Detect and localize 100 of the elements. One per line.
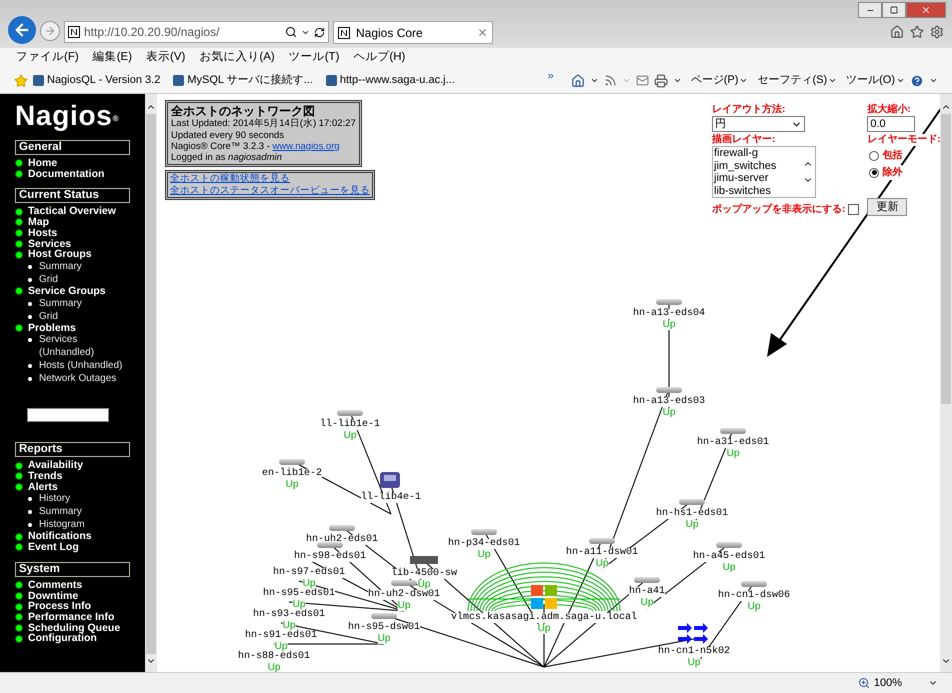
sidebar-subitem[interactable]: History bbox=[39, 492, 125, 506]
sidebar-item[interactable]: Tactical Overview bbox=[28, 206, 116, 218]
favorite-link[interactable]: MySQL サーバに接続す... bbox=[187, 72, 313, 89]
search-field[interactable] bbox=[27, 408, 109, 422]
sidebar-item[interactable]: Event Log bbox=[28, 542, 79, 553]
scroll-thumb[interactable] bbox=[146, 114, 156, 654]
favorite-link[interactable]: http--www.saga-u.ac.j... bbox=[340, 72, 455, 89]
host-label[interactable]: ll-lib4e-1 bbox=[361, 493, 421, 503]
sidebar-item[interactable]: Scheduling Queue bbox=[28, 622, 120, 634]
sidebar-item[interactable]: Process Info bbox=[28, 601, 92, 612]
sidebar-item[interactable]: Alerts bbox=[28, 482, 58, 492]
sidebar-item[interactable]: Home bbox=[28, 158, 58, 169]
sidebar-item[interactable]: Downtime bbox=[28, 590, 78, 602]
sidebar-subitem[interactable]: Services (Unhandled) bbox=[39, 333, 125, 360]
host-label[interactable]: hn-a31-eds01 bbox=[697, 438, 769, 448]
host-label[interactable]: en-lib1e-2 bbox=[262, 469, 322, 479]
settings-icon[interactable] bbox=[930, 25, 944, 39]
sidebar-subitem[interactable]: Network Outages bbox=[39, 372, 125, 386]
feed-icon[interactable] bbox=[604, 74, 617, 87]
more-chevron[interactable]: » bbox=[548, 68, 554, 85]
radio-button[interactable] bbox=[869, 168, 880, 178]
browser-tab[interactable]: Nagios Core bbox=[333, 21, 493, 44]
sidebar-item[interactable]: Availability bbox=[28, 460, 84, 472]
sidebar-item[interactable]: Notifications bbox=[28, 531, 92, 542]
command-menu-button[interactable]: ツール(O) bbox=[846, 72, 905, 89]
layer-listbox[interactable]: firewall-g jim_switches jimu-server lib-switches bbox=[712, 146, 816, 198]
back-button[interactable] bbox=[8, 16, 36, 44]
radio-button[interactable] bbox=[869, 150, 880, 160]
favorite-link[interactable]: NagiosQL - Version 3.2 bbox=[47, 72, 160, 89]
command-menu-button[interactable]: セーフティ(S) bbox=[757, 72, 838, 89]
refresh-icon[interactable] bbox=[314, 26, 325, 38]
status-link[interactable]: 全ホストのステータスオーバービューを見る bbox=[170, 185, 370, 197]
host-label[interactable]: hn-hs1-eds01 bbox=[656, 509, 728, 519]
sidebar-item[interactable]: Problems bbox=[28, 322, 76, 334]
sidebar-item[interactable]: Hosts bbox=[28, 228, 58, 239]
host-label[interactable]: hn-a13-eds04 bbox=[633, 309, 705, 319]
layout-select[interactable]: 円 bbox=[712, 116, 805, 132]
menu-item[interactable]: お気に入り(A) bbox=[199, 49, 275, 67]
nagios-logo[interactable]: Nagios$^{®}$ bbox=[15, 100, 130, 132]
zoom-icon[interactable] bbox=[858, 677, 870, 689]
sidebar-subitem[interactable]: Grid bbox=[39, 310, 125, 323]
close-tab-icon[interactable] bbox=[477, 27, 488, 38]
host-label[interactable]: hn-a41 bbox=[629, 587, 665, 597]
scroll-bar[interactable] bbox=[940, 94, 952, 672]
help-icon[interactable] bbox=[910, 74, 924, 88]
sidebar-subitem[interactable]: Summary bbox=[39, 505, 125, 518]
layer-option[interactable]: firewall-g bbox=[714, 147, 802, 160]
favorites-star-icon[interactable] bbox=[14, 74, 28, 88]
host-label[interactable]: hn-a13-eds03 bbox=[633, 397, 705, 407]
favorites-icon[interactable] bbox=[910, 25, 924, 39]
search-icon[interactable] bbox=[285, 26, 297, 38]
sidebar-item[interactable]: Documentation bbox=[28, 168, 104, 180]
command-menu-button[interactable]: ページ(P) bbox=[690, 72, 748, 89]
sidebar-subitem[interactable]: Grid bbox=[39, 272, 125, 286]
host-label[interactable]: hn-s98-eds01 bbox=[294, 552, 366, 562]
menu-item[interactable]: ファイル(F) bbox=[16, 49, 79, 67]
print-icon[interactable] bbox=[654, 74, 668, 88]
sidebar-subitem[interactable]: Histogram bbox=[39, 518, 125, 532]
zoom-level[interactable]: 100% bbox=[874, 674, 902, 692]
sidebar-item[interactable]: Performance Info bbox=[28, 612, 114, 623]
caret-icon[interactable] bbox=[929, 76, 938, 85]
sidebar-item[interactable]: Trends bbox=[28, 471, 62, 482]
scale-input[interactable]: 0.0 bbox=[867, 116, 916, 132]
menu-item[interactable]: 表示(V) bbox=[146, 49, 186, 67]
caret-icon[interactable] bbox=[672, 76, 682, 85]
host-label[interactable]: hn-cn1-n5k02 bbox=[658, 647, 730, 657]
host-label[interactable]: hn-a45-eds01 bbox=[693, 552, 765, 562]
host-label[interactable]: hn-s97-eds01 bbox=[273, 568, 345, 578]
host-label[interactable]: ll-lib1e-1 bbox=[320, 420, 380, 430]
home-icon[interactable] bbox=[570, 74, 585, 88]
host-label[interactable]: hn-uh2-eds01 bbox=[306, 535, 378, 545]
maximize-icon[interactable] bbox=[882, 2, 906, 18]
menu-item[interactable]: 編集(E) bbox=[92, 49, 132, 67]
update-button[interactable]: 更新 bbox=[867, 198, 908, 216]
layer-option[interactable]: lib-switches bbox=[714, 184, 802, 197]
sidebar-item[interactable]: Service Groups bbox=[28, 286, 106, 297]
home-icon[interactable] bbox=[890, 25, 904, 39]
host-label[interactable]: vlmcs.kasasagi.adm.saga-u.local bbox=[450, 613, 638, 623]
menu-item[interactable]: ツール(T) bbox=[288, 49, 340, 67]
hide-popups-checkbox[interactable] bbox=[848, 204, 860, 215]
layer-option[interactable]: jim_switches bbox=[714, 160, 802, 172]
status-link[interactable]: 全ホストの稼動状態を見る bbox=[170, 173, 290, 185]
sidebar-subitem[interactable]: Summary bbox=[39, 296, 125, 310]
nagios-site-link[interactable]: www.nagios.org bbox=[272, 141, 340, 152]
sidebar-item[interactable]: Host Groups bbox=[28, 249, 92, 260]
sidebar-item[interactable]: Services bbox=[28, 238, 72, 250]
mail-icon[interactable] bbox=[636, 74, 649, 87]
address-bar[interactable]: http://10.20.20.90/nagios/ bbox=[64, 21, 329, 43]
host-label[interactable]: hn-uh2-dsw01 bbox=[368, 590, 440, 600]
host-label[interactable]: hn-cn1-dsw06 bbox=[718, 591, 790, 601]
host-label[interactable]: hn-p34-eds01 bbox=[448, 539, 520, 549]
menu-item[interactable]: ヘルプ(H) bbox=[353, 49, 406, 67]
sidebar-item[interactable]: Configuration bbox=[28, 633, 97, 644]
sidebar-item[interactable]: Comments bbox=[28, 580, 82, 591]
sidebar-subitem[interactable]: Summary bbox=[39, 260, 125, 273]
sidebar-subitem[interactable]: Hosts (Unhandled) bbox=[39, 359, 125, 372]
host-label[interactable]: lib-4500-sw bbox=[391, 569, 457, 579]
caret-icon[interactable] bbox=[590, 76, 599, 85]
host-label[interactable]: hn-a11-dsw01 bbox=[566, 548, 638, 558]
sidebar-item[interactable]: Map bbox=[28, 217, 49, 228]
